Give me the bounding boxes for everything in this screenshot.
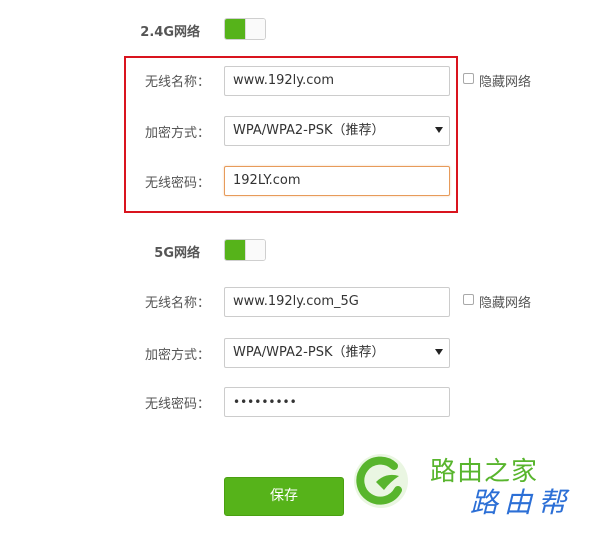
band-24g-password-input[interactable]: 192LY.com <box>224 166 450 196</box>
toggle-knob <box>245 19 265 39</box>
band-5g-encryption-label: 加密方式： <box>144 348 210 363</box>
hide-network-label: 隐藏网络 <box>479 75 532 90</box>
band-24g-ssid-input[interactable]: www.192ly.com <box>224 66 450 96</box>
band-5g-hide-network[interactable]: 隐藏网络 <box>463 292 543 311</box>
save-button[interactable]: 保存 <box>224 477 344 516</box>
hide-network-checkbox[interactable] <box>463 73 474 84</box>
toggle-on-fill <box>225 240 246 260</box>
band-24g-ssid-label: 无线名称： <box>144 75 210 90</box>
hide-network-checkbox[interactable] <box>463 294 474 305</box>
band-5g-password-input[interactable]: ••••••••• <box>224 387 450 417</box>
watermark-text-blue: 路由帮 <box>470 486 573 519</box>
band-5g-ssid-label: 无线名称： <box>144 296 210 311</box>
hide-network-label: 隐藏网络 <box>479 296 532 311</box>
band-24g-encryption-select[interactable]: WPA/WPA2-PSK（推荐） <box>224 116 450 146</box>
encryption-value: WPA/WPA2-PSK（推荐） <box>233 123 385 138</box>
chevron-down-icon <box>435 127 443 133</box>
band-5g-title: 5G网络 <box>154 246 200 261</box>
chevron-down-icon <box>435 349 443 355</box>
encryption-value: WPA/WPA2-PSK（推荐） <box>233 345 385 360</box>
band-5g-toggle[interactable] <box>224 239 266 261</box>
router-home-logo-icon <box>354 454 408 508</box>
toggle-on-fill <box>225 19 246 39</box>
band-24g-hide-network[interactable]: 隐藏网络 <box>463 71 543 90</box>
band-5g-encryption-select[interactable]: WPA/WPA2-PSK（推荐） <box>224 338 450 368</box>
band-24g-title: 2.4G网络 <box>140 25 200 40</box>
band-24g-encryption-label: 加密方式： <box>144 126 210 141</box>
band-5g-password-label: 无线密码： <box>144 397 210 412</box>
toggle-knob <box>245 240 265 260</box>
band-24g-password-label: 无线密码： <box>144 176 210 191</box>
band-24g-toggle[interactable] <box>224 18 266 40</box>
band-5g-ssid-input[interactable]: www.192ly.com_5G <box>224 287 450 317</box>
